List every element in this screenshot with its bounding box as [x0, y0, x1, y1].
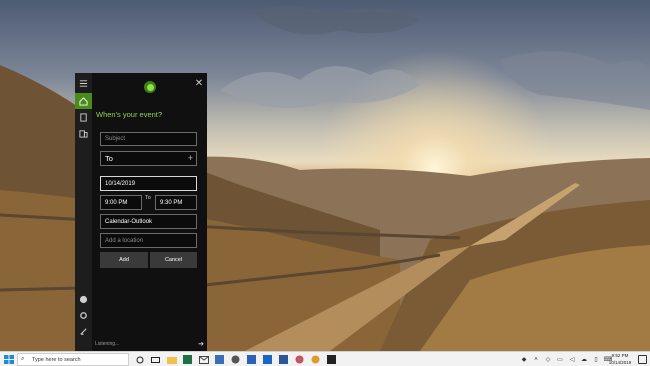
mail-icon[interactable] [198, 354, 209, 365]
system-tray: ◆ ˄ ◇ ▭ ◁ ☁ ▯ ⌨ [520, 354, 613, 365]
home-icon[interactable] [75, 93, 92, 109]
cortana-side-rail [75, 73, 92, 351]
cortana-orb-icon [144, 81, 156, 93]
cloud-icon[interactable]: ☁ [580, 356, 588, 364]
network-icon[interactable]: ▭ [556, 356, 564, 364]
user-icon[interactable] [75, 291, 92, 307]
people-icon[interactable]: ◆ [520, 356, 528, 364]
cortana-circle-icon[interactable] [134, 354, 145, 365]
date-value: 10/14/2019 [105, 180, 136, 187]
close-icon[interactable]: ✕ [194, 79, 204, 89]
location-placeholder: Add a location [105, 237, 144, 244]
devices-icon[interactable] [75, 125, 92, 141]
chrome-icon[interactable] [294, 354, 305, 365]
date-field[interactable]: 10/14/2019 [100, 176, 197, 191]
pinned-apps [134, 354, 337, 365]
location-field[interactable]: Add a location [100, 233, 197, 248]
file-explorer-icon[interactable] [166, 354, 177, 365]
send-arrow-icon[interactable]: ➔ [198, 340, 204, 348]
notebook-icon[interactable] [75, 109, 92, 125]
listening-status: Listening... [95, 341, 120, 347]
end-time-value: 9:30 PM [160, 199, 183, 206]
cortana-panel: ✕ When's your event? Subject To + 10/14/… [75, 73, 207, 351]
dropbox-icon[interactable]: ◇ [544, 356, 552, 364]
calendar-value: Calendar-Outlook [105, 218, 153, 225]
cancel-button[interactable]: Cancel [150, 252, 197, 268]
subject-field[interactable]: Subject [100, 132, 197, 146]
media-icon[interactable] [230, 354, 241, 365]
calendar-select[interactable]: Calendar-Outlook [100, 214, 197, 229]
cortana-footer: Listening... ➔ [92, 338, 207, 351]
taskbar: ⌕ Type here to search ◆ ˄ ◇ ▭ ◁ ☁ ▯ ⌨ 9:… [0, 351, 650, 366]
start-time-field[interactable]: 9:00 PM [100, 195, 142, 210]
windows-start-icon[interactable] [4, 355, 14, 364]
to-field[interactable]: To + [100, 151, 197, 166]
to-label: To [105, 154, 113, 163]
time-range-separator: To [145, 195, 151, 201]
search-icon: ⌕ [21, 356, 25, 362]
action-center-icon[interactable] [638, 355, 647, 364]
hamburger-menu-icon[interactable] [75, 75, 92, 91]
end-time-field[interactable]: 9:30 PM [155, 195, 197, 210]
search-placeholder: Type here to search [32, 356, 81, 363]
start-time-value: 9:00 PM [105, 199, 128, 206]
photos-icon[interactable] [214, 354, 225, 365]
clock-date: 10/14/2019 [608, 359, 632, 365]
taskbar-search-box[interactable]: ⌕ Type here to search [17, 353, 129, 366]
feedback-icon[interactable] [75, 323, 92, 339]
subject-placeholder: Subject [105, 136, 126, 142]
add-button[interactable]: Add [100, 252, 148, 268]
taskbar-clock[interactable]: 9:52 PM 10/14/2019 [605, 353, 635, 366]
excel-icon[interactable] [182, 354, 193, 365]
event-heading: When's your event? [96, 110, 163, 119]
paint-icon[interactable] [310, 354, 321, 365]
settings-gear-icon[interactable] [75, 307, 92, 323]
store-icon[interactable] [246, 354, 257, 365]
chevron-up-icon[interactable]: ˄ [532, 356, 540, 364]
word-icon[interactable] [278, 354, 289, 365]
terminal-icon[interactable] [326, 354, 337, 365]
volume-icon[interactable]: ◁ [568, 356, 576, 364]
outlook-icon[interactable] [262, 354, 273, 365]
task-view-icon[interactable] [150, 354, 161, 365]
battery-icon[interactable]: ▯ [592, 356, 600, 364]
add-recipient-icon[interactable]: + [188, 154, 193, 163]
